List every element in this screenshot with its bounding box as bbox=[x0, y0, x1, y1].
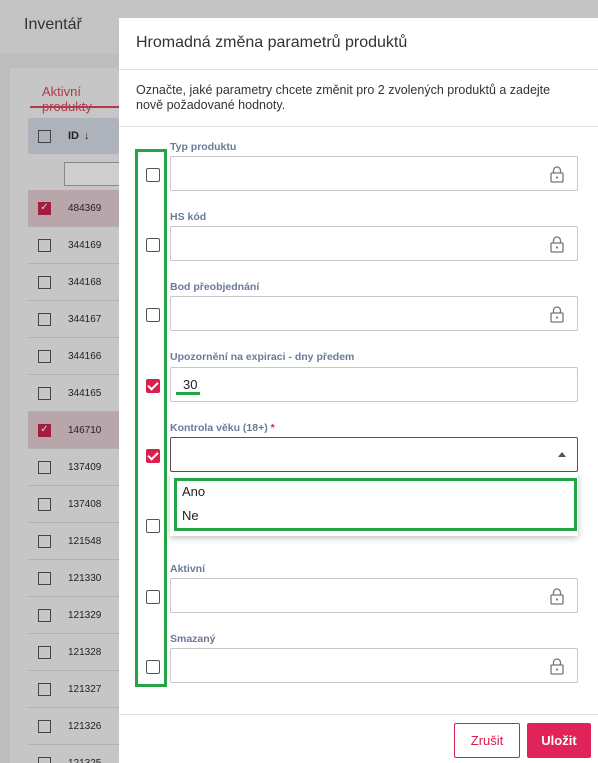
row-id: 344167 bbox=[68, 313, 102, 325]
lock-icon bbox=[550, 306, 564, 323]
row-id: 344165 bbox=[68, 387, 102, 399]
row-checkbox[interactable] bbox=[38, 608, 51, 622]
table-row[interactable]: 137409 bbox=[28, 449, 128, 486]
sort-arrow-icon[interactable]: ↓ bbox=[84, 130, 90, 142]
row-id: 344169 bbox=[68, 239, 102, 251]
filter-row bbox=[28, 154, 128, 190]
row-id: 121330 bbox=[68, 572, 102, 584]
table-row[interactable]: 344168 bbox=[28, 264, 128, 301]
row-checkbox[interactable] bbox=[38, 497, 51, 511]
table-row[interactable]: ✓ 146710 bbox=[28, 412, 128, 449]
row-checkbox[interactable] bbox=[38, 312, 51, 326]
table-row[interactable]: 344165 bbox=[28, 375, 128, 412]
divider bbox=[119, 714, 598, 715]
table-row[interactable]: 344169 bbox=[28, 227, 128, 264]
row-id: 146710 bbox=[68, 424, 102, 436]
tab-active-products[interactable]: Aktivní produkty bbox=[30, 78, 130, 114]
row-id: 121329 bbox=[68, 609, 102, 621]
row-id: 121328 bbox=[68, 646, 102, 658]
row-checkbox[interactable] bbox=[38, 756, 51, 763]
reorder-point-field[interactable] bbox=[170, 296, 578, 331]
cancel-button[interactable]: Zrušit bbox=[454, 723, 520, 758]
label-age-check: Kontrola věku (18+) * bbox=[170, 422, 275, 434]
select-all-checkbox[interactable] bbox=[38, 129, 51, 143]
row-checkbox[interactable] bbox=[38, 645, 51, 659]
label-active: Aktivní bbox=[170, 563, 206, 575]
label-deleted: Smazaný bbox=[170, 633, 216, 645]
row-checkbox[interactable] bbox=[38, 349, 51, 363]
annotation-underline bbox=[176, 392, 200, 395]
row-id: 344166 bbox=[68, 350, 102, 362]
deleted-field[interactable] bbox=[170, 648, 578, 683]
lock-icon bbox=[550, 236, 564, 253]
row-id: 484369 bbox=[68, 202, 102, 214]
page-title: Inventář bbox=[24, 16, 82, 33]
modal-title: Hromadná změna parametrů produktů bbox=[136, 34, 408, 51]
expiry-warning-field[interactable]: 30 bbox=[170, 367, 578, 402]
lock-icon bbox=[550, 166, 564, 183]
row-checkbox[interactable] bbox=[38, 275, 51, 289]
caret-up-icon bbox=[558, 452, 566, 457]
table-row[interactable]: 121326 bbox=[28, 708, 128, 745]
row-checkbox[interactable] bbox=[38, 534, 51, 548]
row-checkbox[interactable]: ✓ bbox=[38, 423, 51, 437]
table-row[interactable]: 121325 bbox=[28, 745, 128, 763]
age-check-select[interactable] bbox=[170, 437, 578, 472]
annotation-checkbox-column bbox=[135, 149, 167, 687]
row-checkbox[interactable] bbox=[38, 719, 51, 733]
row-id: 121326 bbox=[68, 720, 102, 732]
table-row[interactable]: 121327 bbox=[28, 671, 128, 708]
label-reorder-point: Bod přeobjednání bbox=[170, 281, 260, 293]
row-id: 137408 bbox=[68, 498, 102, 510]
row-checkbox[interactable] bbox=[38, 238, 51, 252]
required-mark: * bbox=[270, 422, 275, 434]
active-field[interactable] bbox=[170, 578, 578, 613]
products-table: ID ↓ ✓ 484369 344169 344168 344167 344166 3441… bbox=[28, 118, 128, 763]
divider bbox=[119, 126, 598, 127]
table-row[interactable]: ✓ 484369 bbox=[28, 190, 128, 227]
row-checkbox[interactable] bbox=[38, 460, 51, 474]
row-id: 121548 bbox=[68, 535, 102, 547]
table-row[interactable]: 121548 bbox=[28, 523, 128, 560]
table-row[interactable]: 121329 bbox=[28, 597, 128, 634]
hs-code-field[interactable] bbox=[170, 226, 578, 261]
row-id: 137409 bbox=[68, 461, 102, 473]
bulk-edit-modal: Hromadná změna parametrů produktů Označt… bbox=[119, 18, 598, 763]
modal-description: Označte, jaké parametry chcete změnit pr… bbox=[136, 83, 551, 112]
table-row[interactable]: 121330 bbox=[28, 560, 128, 597]
label-hs-code: HS kód bbox=[170, 211, 207, 223]
table-row[interactable]: 344167 bbox=[28, 301, 128, 338]
row-id: 344168 bbox=[68, 276, 102, 288]
row-id: 121325 bbox=[68, 757, 102, 763]
table-row[interactable]: 137408 bbox=[28, 486, 128, 523]
table-row[interactable]: 344166 bbox=[28, 338, 128, 375]
row-checkbox[interactable] bbox=[38, 386, 51, 400]
label-age-check-text: Kontrola věku (18+) bbox=[170, 422, 268, 434]
row-id: 121327 bbox=[68, 683, 102, 695]
id-filter-input[interactable] bbox=[64, 162, 124, 186]
lock-icon bbox=[550, 588, 564, 605]
label-expiry-warning: Upozornění na expiraci - dny předem bbox=[170, 351, 355, 363]
table-row[interactable]: 121328 bbox=[28, 634, 128, 671]
table-header: ID ↓ bbox=[28, 118, 128, 154]
divider bbox=[119, 69, 598, 70]
expiry-warning-value: 30 bbox=[183, 377, 198, 392]
product-type-field[interactable] bbox=[170, 156, 578, 191]
row-checkbox[interactable]: ✓ bbox=[38, 201, 51, 215]
row-checkbox[interactable] bbox=[38, 571, 51, 585]
row-checkbox[interactable] bbox=[38, 682, 51, 696]
label-product-type: Typ produktu bbox=[170, 141, 237, 153]
save-button[interactable]: Uložit bbox=[527, 723, 591, 758]
lock-icon bbox=[550, 658, 564, 675]
annotation-dropdown bbox=[174, 478, 577, 531]
id-column-header[interactable]: ID bbox=[68, 130, 79, 142]
